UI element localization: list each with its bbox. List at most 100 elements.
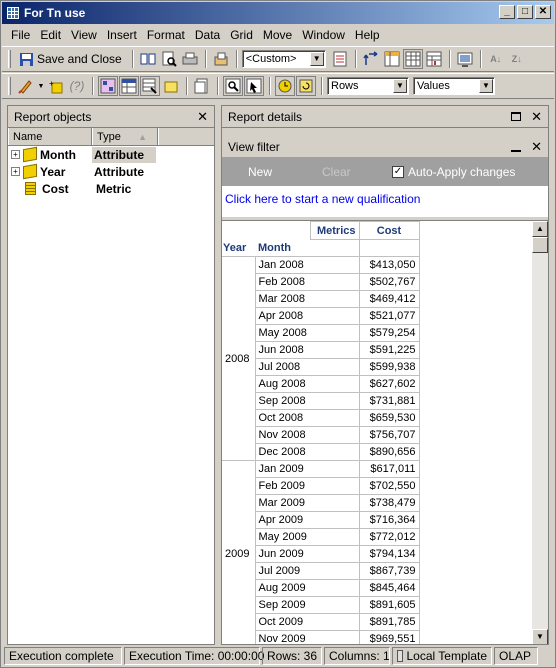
- month-cell[interactable]: Jun 2009: [254, 545, 360, 563]
- formula-icon[interactable]: (?): [67, 76, 87, 96]
- cost-cell[interactable]: $716,364: [358, 511, 420, 529]
- toolbar-grip[interactable]: [8, 50, 11, 68]
- sort-descending-icon[interactable]: Z↓: [507, 49, 527, 69]
- pivot-icon[interactable]: [361, 49, 381, 69]
- menu-data[interactable]: Data: [190, 28, 225, 42]
- month-cell[interactable]: Jan 2008: [254, 256, 360, 274]
- menu-format[interactable]: Format: [142, 28, 190, 42]
- pen-icon[interactable]: [16, 76, 36, 96]
- column-type-header[interactable]: Type ▲: [92, 128, 158, 145]
- cost-cell[interactable]: $627,602: [358, 375, 420, 393]
- maximize-button[interactable]: □: [517, 5, 533, 19]
- close-icon[interactable]: ✕: [197, 109, 208, 125]
- menu-window[interactable]: Window: [297, 28, 350, 42]
- grid-view-icon[interactable]: [402, 49, 423, 69]
- month-cell[interactable]: May 2008: [254, 324, 360, 342]
- month-cell[interactable]: Jan 2009: [254, 460, 360, 478]
- cost-cell[interactable]: $413,050: [358, 256, 420, 274]
- drill-icon[interactable]: [223, 76, 243, 96]
- cost-cell[interactable]: $617,011: [358, 460, 420, 478]
- cost-cell[interactable]: $591,225: [358, 341, 420, 359]
- month-cell[interactable]: Jun 2008: [254, 341, 360, 359]
- cost-cell[interactable]: $731,881: [358, 392, 420, 410]
- cost-header[interactable]: Cost: [358, 221, 420, 240]
- month-cell[interactable]: Aug 2008: [254, 375, 360, 393]
- values-select[interactable]: Values ▼: [413, 77, 495, 95]
- table-properties-icon[interactable]: [119, 76, 139, 96]
- cost-cell[interactable]: $969,551: [358, 630, 420, 644]
- expand-icon[interactable]: +: [11, 167, 20, 176]
- list-item[interactable]: + Month Attribute: [8, 146, 214, 163]
- scroll-up-icon[interactable]: ▲: [532, 221, 548, 237]
- book-icon[interactable]: [138, 49, 158, 69]
- highlight-icon[interactable]: [161, 76, 181, 96]
- cost-cell[interactable]: $794,134: [358, 545, 420, 563]
- cost-cell[interactable]: $891,605: [358, 596, 420, 614]
- menu-grid[interactable]: Grid: [225, 28, 258, 42]
- new-qualification-link[interactable]: Click here to start a new qualification: [222, 186, 548, 212]
- cost-cell[interactable]: $890,656: [358, 443, 420, 461]
- vertical-scrollbar[interactable]: ▲ ▼: [532, 221, 548, 644]
- month-cell[interactable]: Sep 2008: [254, 392, 360, 410]
- show-data-icon[interactable]: [98, 76, 118, 96]
- list-item[interactable]: Cost Metric: [8, 180, 214, 197]
- design-view-icon[interactable]: [455, 49, 475, 69]
- maximize-icon[interactable]: [511, 112, 522, 121]
- chevron-down-icon[interactable]: ▼: [37, 76, 45, 96]
- cost-cell[interactable]: $521,077: [358, 307, 420, 325]
- export-icon[interactable]: [211, 49, 231, 69]
- cost-cell[interactable]: $502,767: [358, 273, 420, 291]
- expand-icon[interactable]: +: [11, 150, 20, 159]
- close-icon[interactable]: ✕: [531, 139, 542, 155]
- month-cell[interactable]: Feb 2009: [254, 477, 360, 495]
- minimize-icon[interactable]: [511, 143, 522, 152]
- cost-cell[interactable]: $772,012: [358, 528, 420, 546]
- close-button[interactable]: ✕: [535, 5, 551, 19]
- month-cell[interactable]: Mar 2009: [254, 494, 360, 512]
- new-button[interactable]: New: [248, 165, 322, 179]
- cost-cell[interactable]: $599,938: [358, 358, 420, 376]
- month-header[interactable]: Month: [255, 240, 359, 257]
- menu-move[interactable]: Move: [258, 28, 297, 42]
- column-name-header[interactable]: Name: [8, 128, 92, 145]
- cost-cell[interactable]: $738,479: [358, 494, 420, 512]
- close-icon[interactable]: ✕: [531, 109, 542, 125]
- month-cell[interactable]: Nov 2008: [254, 426, 360, 444]
- cost-cell[interactable]: $579,254: [358, 324, 420, 342]
- year-cell[interactable]: 2009: [222, 460, 256, 644]
- month-cell[interactable]: May 2009: [254, 528, 360, 546]
- month-cell[interactable]: Jul 2009: [254, 562, 360, 580]
- menu-view[interactable]: View: [66, 28, 102, 42]
- month-cell[interactable]: Jul 2008: [254, 358, 360, 376]
- refresh-icon[interactable]: [296, 76, 316, 96]
- report-page-icon[interactable]: [330, 49, 350, 69]
- cost-cell[interactable]: $659,530: [358, 409, 420, 427]
- add-filter-icon[interactable]: +: [46, 76, 66, 96]
- print-icon[interactable]: [180, 49, 200, 69]
- menu-edit[interactable]: Edit: [35, 28, 66, 42]
- graph-grid-icon[interactable]: [424, 49, 444, 69]
- month-cell[interactable]: Feb 2008: [254, 273, 360, 291]
- year-cell[interactable]: 2008: [222, 256, 256, 461]
- timer-icon[interactable]: [275, 76, 295, 96]
- print-preview-icon[interactable]: [159, 49, 179, 69]
- month-cell[interactable]: Dec 2008: [254, 443, 360, 461]
- auto-apply-checkbox[interactable]: ✓: [392, 165, 404, 178]
- month-cell[interactable]: Oct 2008: [254, 409, 360, 427]
- template-select[interactable]: <Custom> ▼: [241, 50, 326, 68]
- cost-cell[interactable]: $469,412: [358, 290, 420, 308]
- cost-cell[interactable]: $702,550: [358, 477, 420, 495]
- cost-cell[interactable]: $867,739: [358, 562, 420, 580]
- grid-layout-icon[interactable]: [382, 49, 402, 69]
- month-cell[interactable]: Apr 2008: [254, 307, 360, 325]
- toolbar-grip[interactable]: [8, 77, 11, 95]
- scroll-down-icon[interactable]: ▼: [532, 629, 548, 644]
- month-cell[interactable]: Sep 2009: [254, 596, 360, 614]
- clear-button[interactable]: Clear: [322, 165, 392, 179]
- month-cell[interactable]: Nov 2009: [254, 630, 360, 644]
- menu-insert[interactable]: Insert: [102, 28, 142, 42]
- menu-file[interactable]: File: [6, 28, 35, 42]
- rows-select[interactable]: Rows ▼: [327, 77, 409, 95]
- subtotals-icon[interactable]: [140, 76, 160, 96]
- month-cell[interactable]: Oct 2009: [254, 613, 360, 631]
